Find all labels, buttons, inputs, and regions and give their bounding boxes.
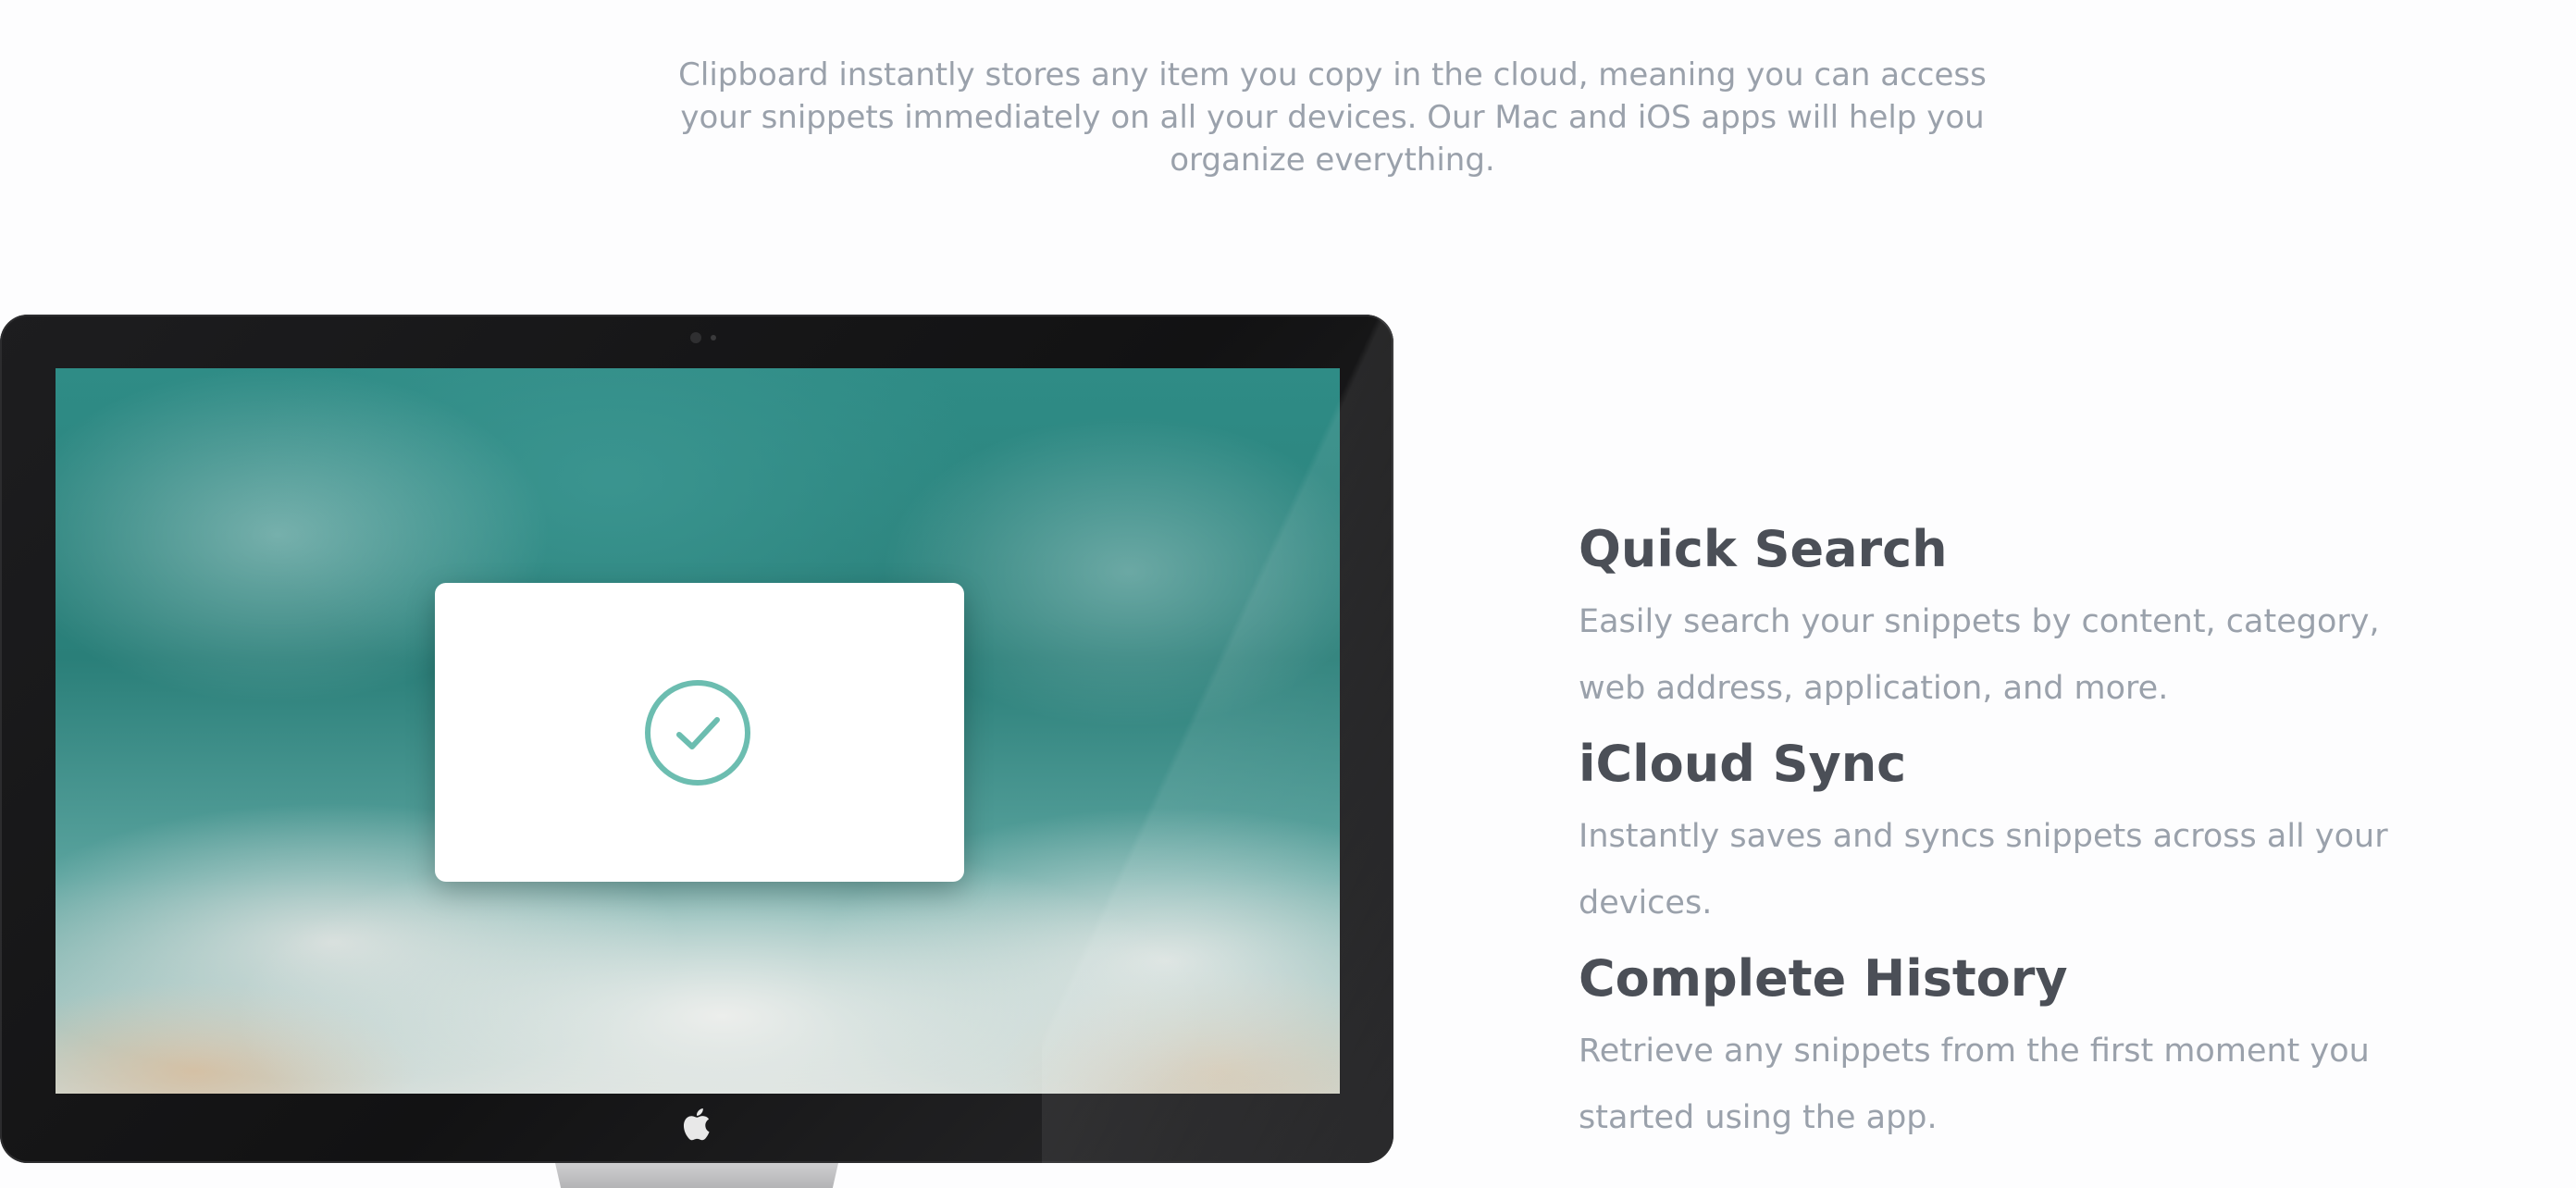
- features-list: Quick Search Easily search your snippets…: [1579, 514, 2430, 1158]
- feature-quick-search: Quick Search Easily search your snippets…: [1579, 514, 2430, 722]
- apple-logo-icon: [681, 1107, 711, 1142]
- camera-icon: [690, 332, 701, 343]
- monitor-stand: [555, 1163, 838, 1188]
- page: Clipboard instantly stores any item you …: [0, 0, 2576, 1188]
- feature-description: Retrieve any snippets from the first mom…: [1579, 1033, 2370, 1136]
- feature-description: Easily search your snippets by content, …: [1579, 603, 2380, 707]
- feature-title: Complete History: [1579, 949, 2068, 1008]
- check-circle-icon: [644, 679, 751, 786]
- intro-text: Clipboard instantly stores any item you …: [678, 56, 1987, 179]
- feature-icloud-sync: iCloud Sync Instantly saves and syncs sn…: [1579, 729, 2430, 936]
- feature-description: Instantly saves and syncs snippets acros…: [1579, 818, 2388, 922]
- camera-sensor: [711, 335, 716, 340]
- feature-title: Quick Search: [1579, 520, 1948, 578]
- feature-title: iCloud Sync: [1579, 735, 1907, 793]
- success-dialog: [435, 583, 964, 882]
- feature-complete-history: Complete History Retrieve any snippets f…: [1579, 944, 2430, 1151]
